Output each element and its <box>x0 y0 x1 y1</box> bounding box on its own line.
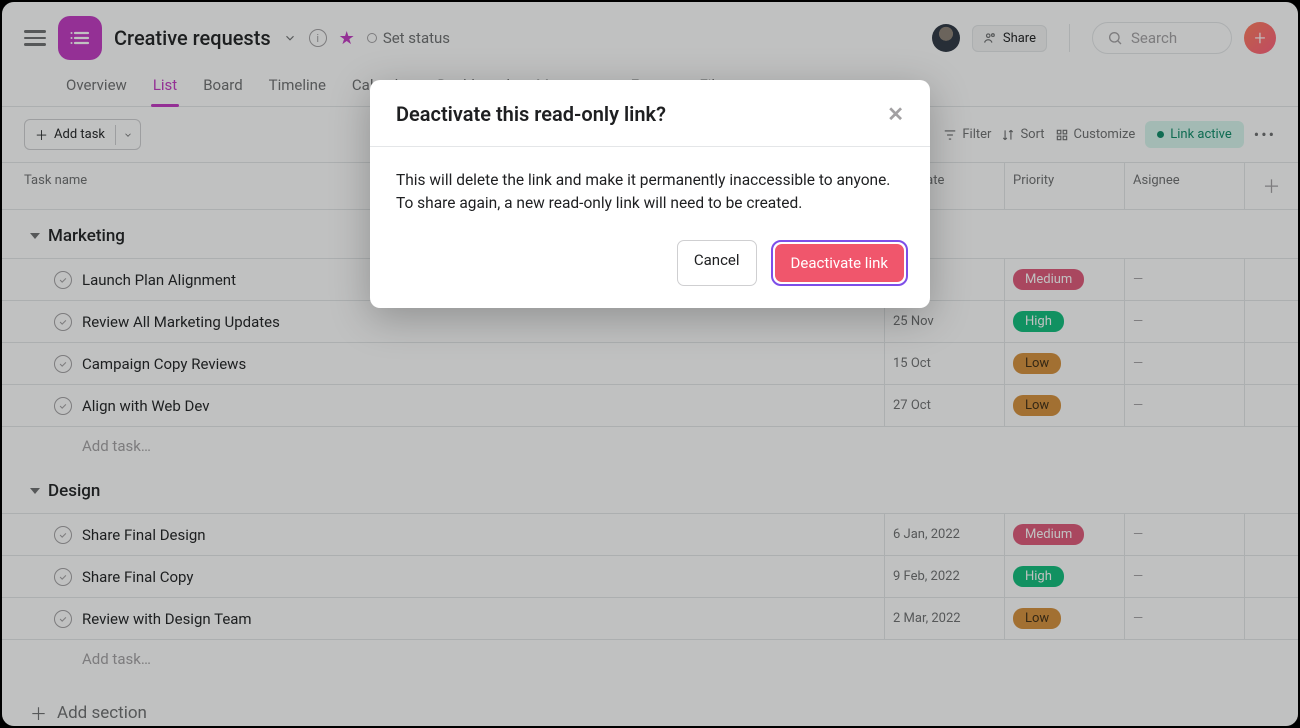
deactivate-link-button[interactable]: Deactivate link <box>775 244 904 282</box>
cancel-button[interactable]: Cancel <box>677 240 757 286</box>
modal-body-text: This will delete the link and make it pe… <box>370 147 930 224</box>
modal-title: Deactivate this read-only link? <box>396 102 666 126</box>
deactivate-link-modal: Deactivate this read-only link? ✕ This w… <box>370 80 930 308</box>
close-icon[interactable]: ✕ <box>887 104 904 124</box>
